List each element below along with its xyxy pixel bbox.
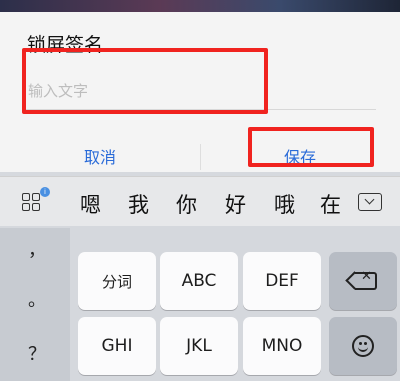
keyboard-menu-icon[interactable]: i (22, 187, 50, 215)
ime-keyboard: i 嗯 我 你 好 哦 在 ， 。 ？ 分词 ABC DEF ✕ GHI JKL… (0, 176, 400, 381)
punctuation-key[interactable]: ？ (28, 340, 46, 366)
annotation-highlight-input (22, 48, 268, 114)
key-segment[interactable]: 分词 (78, 252, 156, 310)
candidate-word[interactable]: 嗯 (80, 189, 101, 219)
candidate-bar: i 嗯 我 你 好 哦 在 (0, 176, 400, 226)
key-jkl[interactable]: JKL (160, 317, 238, 375)
punctuation-key[interactable]: ， (28, 236, 46, 262)
candidate-word[interactable]: 你 (176, 189, 197, 219)
candidate-word[interactable]: 在 (320, 189, 341, 219)
candidate-word[interactable]: 我 (128, 189, 149, 219)
emoji-key[interactable] (329, 317, 397, 375)
key-abc[interactable]: ABC (160, 252, 238, 310)
key-def[interactable]: DEF (243, 252, 321, 310)
annotation-highlight-save (248, 127, 374, 167)
menu-badge: i (40, 187, 50, 197)
backspace-key[interactable]: ✕ (329, 252, 397, 310)
candidate-word[interactable]: 好 (225, 189, 246, 219)
key-ghi[interactable]: GHI (78, 317, 156, 375)
punctuation-key[interactable]: 。 (28, 286, 46, 312)
cancel-button[interactable]: 取消 (0, 130, 200, 182)
punctuation-column: ， 。 ？ (0, 228, 70, 381)
key-mno[interactable]: MNO (243, 317, 321, 375)
candidate-word[interactable]: 哦 (274, 189, 295, 219)
collapse-keyboard-icon[interactable] (358, 193, 382, 211)
backspace-icon: ✕ (345, 269, 377, 290)
emoji-icon (352, 335, 374, 357)
